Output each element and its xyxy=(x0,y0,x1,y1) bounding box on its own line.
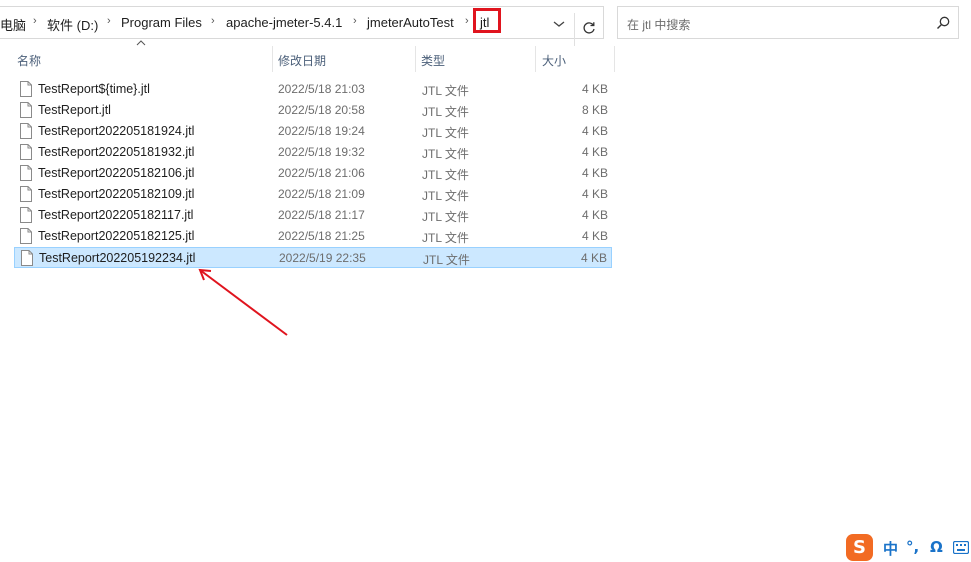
address-bar[interactable]: 电脑 › 软件 (D:) › Program Files › apache-jm… xyxy=(0,6,604,46)
file-name: TestReport${time}.jtl xyxy=(38,82,150,96)
breadcrumb-separator[interactable]: › xyxy=(211,15,215,27)
file-row[interactable]: TestReport202205182125.jtl 2022/5/18 21:2… xyxy=(14,226,612,247)
file-type: JTL 文件 xyxy=(422,84,469,98)
file-date: 2022/5/18 21:03 xyxy=(278,82,365,96)
column-divider[interactable] xyxy=(272,46,273,72)
file-type: JTL 文件 xyxy=(422,231,469,245)
file-row[interactable]: TestReport202205182117.jtl 2022/5/18 21:1… xyxy=(14,205,612,226)
file-icon xyxy=(20,165,32,181)
file-icon xyxy=(21,250,33,266)
file-row[interactable]: TestReport202205181932.jtl 2022/5/18 19:3… xyxy=(14,142,612,163)
file-size: 4 KB xyxy=(580,251,607,265)
file-size: 8 KB xyxy=(581,103,608,117)
file-name: TestReport202205181932.jtl xyxy=(38,145,195,159)
file-date: 2022/5/18 21:06 xyxy=(278,166,365,180)
file-size: 4 KB xyxy=(581,208,608,222)
file-size: 4 KB xyxy=(581,124,608,138)
file-row[interactable]: TestReport.jtl 2022/5/18 20:58 JTL 文件 8 KB xyxy=(14,100,612,121)
file-size: 4 KB xyxy=(581,82,608,96)
file-size: 4 KB xyxy=(581,145,608,159)
file-date: 2022/5/18 21:09 xyxy=(278,187,365,201)
file-icon xyxy=(20,123,32,139)
breadcrumb-item-apache-jmeter[interactable]: apache-jmeter-5.4.1 xyxy=(226,15,342,30)
file-type: JTL 文件 xyxy=(422,168,469,182)
breadcrumb-separator[interactable]: › xyxy=(33,15,37,27)
highlight-box xyxy=(473,8,501,33)
ime-mode-toggle[interactable]: 中 xyxy=(883,538,898,559)
ime-toolbar[interactable]: S 中 °, Ω xyxy=(843,533,971,562)
file-icon xyxy=(20,186,32,202)
column-divider[interactable] xyxy=(415,46,416,72)
column-header-size[interactable]: 大小 xyxy=(542,52,566,69)
annotation-arrow xyxy=(198,268,288,336)
file-size: 4 KB xyxy=(581,187,608,201)
file-name: TestReport202205192234.jtl xyxy=(39,251,196,265)
breadcrumb-separator[interactable]: › xyxy=(353,15,357,27)
file-row[interactable]: TestReport202205192234.jtl 2022/5/19 22:3… xyxy=(14,247,612,268)
file-row[interactable]: TestReport202205182106.jtl 2022/5/18 21:0… xyxy=(14,163,612,184)
file-name: TestReport202205181924.jtl xyxy=(38,124,195,138)
file-size: 4 KB xyxy=(581,166,608,180)
file-type: JTL 文件 xyxy=(422,210,469,224)
breadcrumb-separator[interactable]: › xyxy=(465,15,469,27)
file-date: 2022/5/18 19:32 xyxy=(278,145,365,159)
file-name: TestReport202205182125.jtl xyxy=(38,229,195,243)
file-date: 2022/5/18 20:58 xyxy=(278,103,365,117)
divider xyxy=(574,13,575,46)
file-date: 2022/5/18 19:24 xyxy=(278,124,365,138)
sort-indicator-icon xyxy=(136,40,146,46)
ime-punctuation-toggle[interactable]: °, xyxy=(906,538,919,556)
file-icon xyxy=(20,207,32,223)
file-type: JTL 文件 xyxy=(422,189,469,203)
breadcrumb-item-jmeterautotest[interactable]: jmeterAutoTest xyxy=(367,15,454,30)
file-name: TestReport202205182106.jtl xyxy=(38,166,195,180)
file-name: TestReport.jtl xyxy=(38,103,111,117)
column-header-date[interactable]: 修改日期 xyxy=(278,52,326,69)
file-type: JTL 文件 xyxy=(422,126,469,140)
file-name: TestReport202205182109.jtl xyxy=(38,187,195,201)
search-icon[interactable] xyxy=(936,16,950,30)
breadcrumb-item-drive-d[interactable]: 软件 (D:) xyxy=(47,15,98,34)
file-icon xyxy=(20,144,32,160)
breadcrumb-item-pc[interactable]: 电脑 xyxy=(0,15,26,34)
file-date: 2022/5/18 21:25 xyxy=(278,229,365,243)
breadcrumb-separator[interactable]: › xyxy=(107,15,111,27)
file-type: JTL 文件 xyxy=(422,105,469,119)
column-header-name[interactable]: 名称 xyxy=(17,52,41,69)
file-size: 4 KB xyxy=(581,229,608,243)
file-row[interactable]: TestReport${time}.jtl 2022/5/18 21:03 JTL … xyxy=(14,79,612,100)
file-icon xyxy=(20,228,32,244)
refresh-icon[interactable] xyxy=(581,20,597,36)
file-type: JTL 文件 xyxy=(422,147,469,161)
file-row[interactable]: TestReport202205182109.jtl 2022/5/18 21:0… xyxy=(14,184,612,205)
search-input[interactable]: 在 jtl 中搜索 xyxy=(617,6,959,39)
keyboard-icon[interactable] xyxy=(953,541,969,554)
file-icon xyxy=(20,102,32,118)
sogou-logo-icon[interactable]: S xyxy=(846,534,873,561)
file-name: TestReport202205182117.jtl xyxy=(38,208,194,222)
file-row[interactable]: TestReport202205181924.jtl 2022/5/18 19:2… xyxy=(14,121,612,142)
search-placeholder: 在 jtl 中搜索 xyxy=(627,18,691,32)
breadcrumb-item-program-files[interactable]: Program Files xyxy=(121,15,202,30)
file-icon xyxy=(20,81,32,97)
file-type: JTL 文件 xyxy=(423,253,470,267)
column-divider[interactable] xyxy=(614,46,615,72)
ime-symbol-button[interactable]: Ω xyxy=(930,538,943,556)
column-divider[interactable] xyxy=(535,46,536,72)
column-header-type[interactable]: 类型 xyxy=(421,52,445,69)
chevron-down-icon[interactable] xyxy=(552,19,566,29)
file-date: 2022/5/18 21:17 xyxy=(278,208,365,222)
